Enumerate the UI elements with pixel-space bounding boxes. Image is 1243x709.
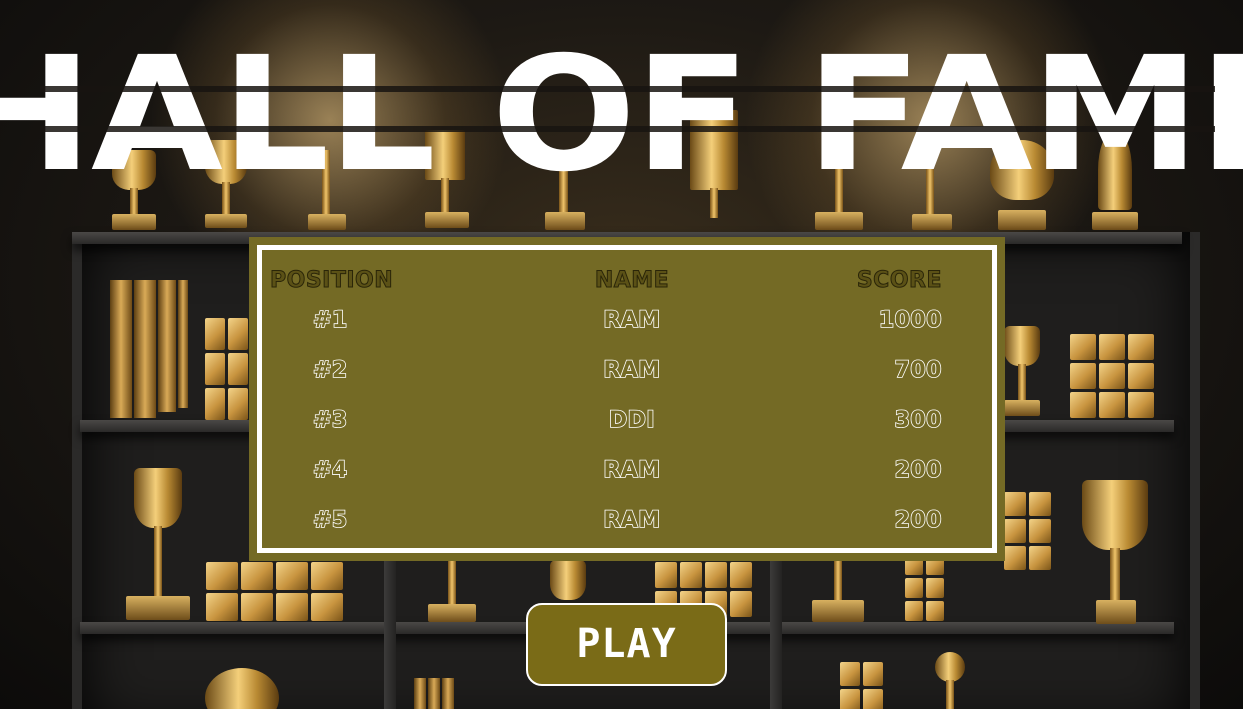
row-score: 700 bbox=[894, 357, 943, 384]
row-score: 1000 bbox=[878, 307, 942, 334]
shelf-divider bbox=[770, 560, 782, 709]
page-title: HALL OF FAME bbox=[0, 23, 1243, 207]
gold-blocks bbox=[206, 562, 343, 621]
leaderboard-table: POSITION NAME SCORE #1 RAM 1000 #2 RAM 7… bbox=[257, 245, 997, 553]
row-position: #3 bbox=[312, 407, 348, 434]
row-name: RAM bbox=[603, 307, 661, 334]
row-score: 300 bbox=[894, 407, 943, 434]
title-stripe bbox=[40, 86, 1215, 92]
row-name: RAM bbox=[603, 457, 661, 484]
row-position: #4 bbox=[312, 457, 348, 484]
row-name: RAM bbox=[603, 357, 661, 384]
gold-books bbox=[414, 678, 454, 709]
row-score: 200 bbox=[894, 457, 943, 484]
title-stripe bbox=[40, 126, 1215, 132]
column-header-score: SCORE bbox=[856, 268, 942, 294]
row-position: #1 bbox=[312, 307, 348, 334]
leaderboard-panel: POSITION NAME SCORE #1 RAM 1000 #2 RAM 7… bbox=[249, 237, 1005, 561]
gold-books bbox=[110, 280, 188, 418]
gold-blocks bbox=[205, 318, 248, 420]
row-position: #5 bbox=[312, 507, 348, 534]
gold-blocks bbox=[840, 662, 883, 709]
gold-blocks bbox=[1070, 334, 1154, 418]
column-header-position: POSITION bbox=[269, 268, 394, 294]
gold-blocks bbox=[905, 555, 944, 621]
game-screen: HALL OF FAME POSITION NAME SCORE #1 RAM … bbox=[0, 0, 1243, 709]
shelf-divider bbox=[384, 560, 396, 709]
play-button[interactable]: PLAY bbox=[526, 603, 727, 686]
row-name: RAM bbox=[603, 507, 661, 534]
gold-blocks bbox=[1004, 492, 1051, 570]
row-score: 200 bbox=[894, 507, 943, 534]
row-name: DDI bbox=[608, 407, 656, 434]
row-position: #2 bbox=[312, 357, 348, 384]
column-header-name: NAME bbox=[594, 268, 670, 294]
